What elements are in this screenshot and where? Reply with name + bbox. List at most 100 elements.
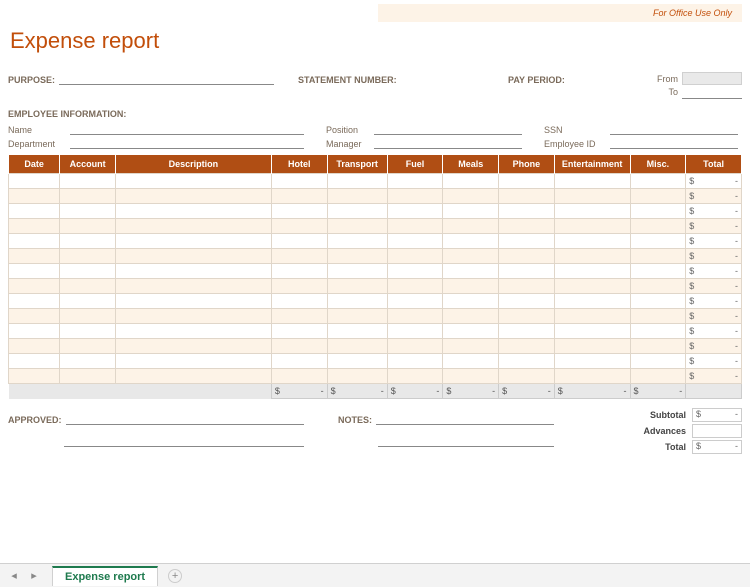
table-cell[interactable]	[630, 234, 686, 249]
table-cell[interactable]	[60, 309, 116, 324]
table-cell[interactable]	[443, 189, 499, 204]
table-cell[interactable]	[443, 249, 499, 264]
table-cell[interactable]	[554, 264, 630, 279]
table-cell[interactable]	[387, 249, 443, 264]
table-cell[interactable]	[327, 339, 387, 354]
table-cell[interactable]	[60, 219, 116, 234]
table-cell[interactable]	[443, 174, 499, 189]
table-cell[interactable]	[387, 219, 443, 234]
table-cell[interactable]	[9, 204, 60, 219]
table-cell[interactable]	[443, 279, 499, 294]
table-cell[interactable]	[327, 189, 387, 204]
table-cell[interactable]	[271, 189, 327, 204]
table-cell[interactable]	[115, 294, 271, 309]
table-cell[interactable]	[499, 369, 555, 384]
table-cell[interactable]	[115, 369, 271, 384]
table-cell[interactable]	[443, 234, 499, 249]
table-cell[interactable]	[115, 189, 271, 204]
table-cell[interactable]	[271, 264, 327, 279]
table-cell[interactable]	[60, 354, 116, 369]
table-cell[interactable]	[630, 204, 686, 219]
approved-input[interactable]	[66, 413, 304, 425]
position-input[interactable]	[374, 123, 522, 135]
table-cell[interactable]	[554, 249, 630, 264]
table-cell[interactable]	[9, 174, 60, 189]
table-cell[interactable]	[630, 279, 686, 294]
table-cell[interactable]	[115, 324, 271, 339]
table-cell[interactable]	[443, 294, 499, 309]
table-cell[interactable]	[271, 279, 327, 294]
table-cell[interactable]	[387, 309, 443, 324]
table-cell[interactable]	[9, 339, 60, 354]
table-cell[interactable]	[499, 279, 555, 294]
table-cell[interactable]	[327, 309, 387, 324]
table-cell[interactable]	[387, 339, 443, 354]
table-cell[interactable]	[499, 234, 555, 249]
table-cell[interactable]	[387, 324, 443, 339]
employee-id-input[interactable]	[610, 137, 738, 149]
table-cell[interactable]	[327, 324, 387, 339]
table-cell[interactable]	[499, 174, 555, 189]
table-cell[interactable]	[630, 294, 686, 309]
table-cell[interactable]	[115, 339, 271, 354]
table-cell[interactable]	[630, 264, 686, 279]
table-cell[interactable]	[554, 204, 630, 219]
table-cell[interactable]	[327, 354, 387, 369]
table-cell[interactable]	[499, 294, 555, 309]
advances-value[interactable]	[692, 424, 742, 438]
table-cell[interactable]	[9, 354, 60, 369]
table-cell[interactable]	[443, 354, 499, 369]
table-cell[interactable]	[327, 249, 387, 264]
table-cell[interactable]	[554, 189, 630, 204]
to-date-input[interactable]	[682, 87, 742, 99]
table-cell[interactable]	[271, 204, 327, 219]
table-cell[interactable]	[60, 324, 116, 339]
table-cell[interactable]	[554, 369, 630, 384]
table-cell[interactable]	[9, 294, 60, 309]
table-cell[interactable]	[554, 219, 630, 234]
table-cell[interactable]	[499, 354, 555, 369]
table-cell[interactable]	[9, 279, 60, 294]
table-cell[interactable]	[630, 369, 686, 384]
table-cell[interactable]	[630, 324, 686, 339]
table-cell[interactable]	[115, 309, 271, 324]
table-cell[interactable]	[9, 324, 60, 339]
sheet-tab[interactable]: Expense report	[52, 566, 158, 586]
table-cell[interactable]	[443, 309, 499, 324]
table-cell[interactable]	[387, 279, 443, 294]
table-cell[interactable]	[499, 249, 555, 264]
table-cell[interactable]	[554, 294, 630, 309]
table-cell[interactable]	[9, 249, 60, 264]
notes-input[interactable]	[376, 413, 554, 425]
statement-number-input[interactable]	[401, 73, 474, 85]
table-cell[interactable]	[60, 189, 116, 204]
table-cell[interactable]	[60, 174, 116, 189]
table-cell[interactable]	[9, 189, 60, 204]
table-cell[interactable]	[115, 264, 271, 279]
table-cell[interactable]	[115, 279, 271, 294]
table-cell[interactable]	[499, 309, 555, 324]
table-cell[interactable]	[271, 234, 327, 249]
table-cell[interactable]	[387, 354, 443, 369]
table-cell[interactable]	[271, 339, 327, 354]
table-cell[interactable]	[9, 264, 60, 279]
table-cell[interactable]	[271, 309, 327, 324]
table-cell[interactable]	[115, 354, 271, 369]
table-cell[interactable]	[327, 264, 387, 279]
nav-prev-icon[interactable]: ◂	[11, 569, 17, 582]
manager-input[interactable]	[374, 137, 522, 149]
table-cell[interactable]	[271, 219, 327, 234]
table-cell[interactable]	[327, 234, 387, 249]
table-cell[interactable]	[9, 309, 60, 324]
table-cell[interactable]	[554, 339, 630, 354]
table-cell[interactable]	[327, 279, 387, 294]
table-cell[interactable]	[387, 369, 443, 384]
table-cell[interactable]	[327, 219, 387, 234]
table-cell[interactable]	[630, 189, 686, 204]
table-cell[interactable]	[60, 294, 116, 309]
table-cell[interactable]	[115, 204, 271, 219]
table-cell[interactable]	[327, 294, 387, 309]
table-cell[interactable]	[327, 204, 387, 219]
table-cell[interactable]	[387, 234, 443, 249]
table-cell[interactable]	[554, 174, 630, 189]
